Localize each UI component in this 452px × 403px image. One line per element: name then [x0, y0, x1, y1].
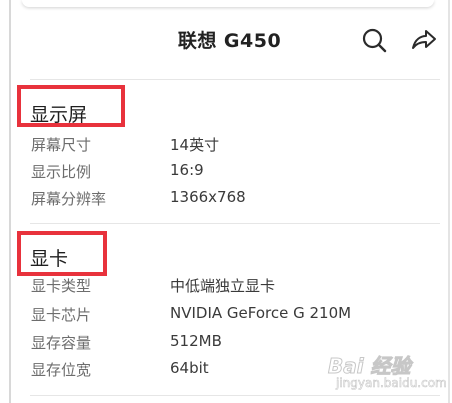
top-card-edge [22, 0, 434, 7]
share-icon[interactable] [410, 26, 438, 54]
spec-label: 屏幕分辨率 [31, 190, 107, 208]
spec-value: 512MB [170, 332, 222, 350]
spec-label: 显存容量 [31, 334, 92, 352]
highlight-box-graphics [17, 231, 107, 276]
watermark-url: jingyan.baidu.com [336, 376, 447, 391]
section-divider [30, 223, 440, 224]
right-frame-border [448, 0, 450, 403]
spec-label: 屏幕尺寸 [31, 136, 92, 154]
spec-value: NVIDIA GeForce G 210M [170, 304, 352, 322]
highlight-box-display [17, 85, 125, 127]
spec-label: 显存位宽 [31, 361, 92, 379]
header-bar: 联想 G450 [11, 16, 448, 64]
watermark-logo: Bai 经验 [328, 354, 412, 379]
search-icon[interactable] [360, 26, 388, 54]
spec-label: 显卡类型 [31, 277, 92, 295]
spec-value: 中低端独立显卡 [170, 277, 276, 295]
spec-value: 1366x768 [170, 188, 246, 206]
spec-page: 联想 G450 显示屏 屏幕尺寸 14英寸 显示比例 16:9 屏幕分辨率 13… [0, 0, 452, 403]
header-divider [30, 79, 440, 80]
baidu-watermark: Bai 经验 jingyan.baidu.com [328, 350, 448, 398]
spec-label: 显卡芯片 [31, 306, 92, 324]
spec-value: 64bit [170, 359, 209, 377]
spec-value: 16:9 [170, 161, 204, 179]
spec-value: 14英寸 [170, 136, 220, 154]
spec-label: 显示比例 [31, 163, 92, 181]
